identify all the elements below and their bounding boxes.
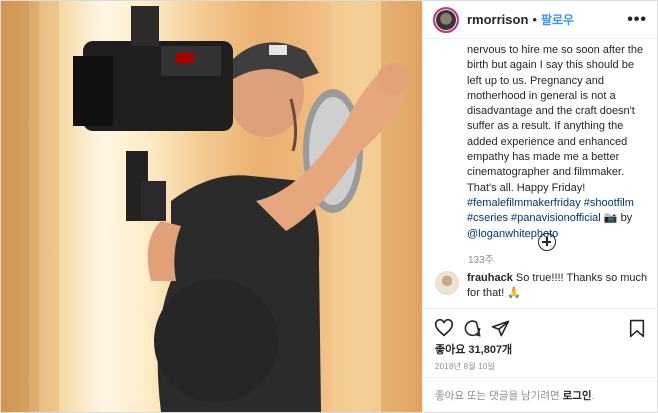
comment-item: frauhack So true!!!! Thanks so much for … bbox=[435, 271, 650, 301]
instagram-post: rmorrison • 팔로우 ••• nervous to hire me s… bbox=[0, 0, 658, 413]
post-caption: nervous to hire me so soon after the bir… bbox=[423, 39, 657, 242]
commenter-username[interactable]: frauhack bbox=[467, 272, 513, 284]
post-photo[interactable] bbox=[1, 1, 422, 412]
follow-button[interactable]: 팔로우 bbox=[541, 11, 574, 28]
login-prompt-suffix: . bbox=[591, 390, 595, 402]
share-icon[interactable] bbox=[491, 319, 510, 338]
comment-icon[interactable] bbox=[463, 319, 482, 338]
username-link[interactable]: rmorrison bbox=[467, 12, 528, 27]
commenter-avatar[interactable] bbox=[435, 271, 459, 295]
like-count[interactable]: 좋아요 31,807개 bbox=[435, 341, 512, 357]
login-prompt: 좋아요 또는 댓글을 남기려면 로그인. bbox=[423, 377, 658, 412]
heart-icon[interactable] bbox=[434, 319, 454, 337]
post-panel: rmorrison • 팔로우 ••• nervous to hire me s… bbox=[422, 1, 658, 412]
separator-dot: • bbox=[532, 12, 537, 27]
post-header: rmorrison • 팔로우 ••• bbox=[423, 1, 657, 39]
post-date[interactable]: 2018년 8월 10일 bbox=[435, 361, 495, 372]
hashtag-link[interactable]: #cseries bbox=[467, 212, 508, 224]
caption-text: nervous to hire me so soon after the bir… bbox=[467, 44, 644, 194]
login-link[interactable]: 로그인 bbox=[563, 390, 592, 402]
action-bar bbox=[423, 308, 658, 344]
bookmark-icon[interactable] bbox=[629, 319, 645, 338]
hashtag-link[interactable]: #shootfilm bbox=[584, 197, 634, 209]
hashtag-link[interactable]: #femalefilmmakerfriday bbox=[467, 197, 581, 209]
profile-avatar[interactable] bbox=[433, 6, 459, 33]
caption-by: by bbox=[620, 212, 633, 225]
comment-text-block: frauhack So true!!!! Thanks so much for … bbox=[467, 271, 650, 301]
camera-emoji: 📷 bbox=[603, 212, 618, 225]
plus-circle-icon[interactable] bbox=[538, 233, 556, 251]
login-prompt-text: 좋아요 또는 댓글을 남기려면 bbox=[435, 390, 563, 402]
photo-illustration bbox=[1, 1, 422, 412]
hashtag-link[interactable]: #panavisionofficial bbox=[511, 212, 601, 224]
more-options-icon[interactable]: ••• bbox=[627, 11, 647, 29]
